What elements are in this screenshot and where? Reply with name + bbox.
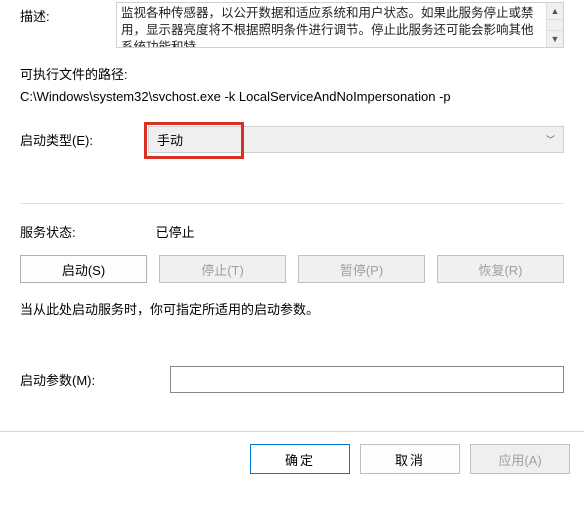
description-textarea[interactable]: 监视各种传感器，以公开数据和适应系统和用户状态。如果此服务停止或禁用，显示器亮度… [116,2,564,48]
section-divider [20,203,564,204]
apply-button: 应用(A) [470,444,570,474]
resume-button: 恢复(R) [437,255,564,283]
startup-type-select[interactable]: 手动 ﹀ [148,126,564,153]
startup-type-value: 手动 [157,130,546,149]
pause-button: 暂停(P) [298,255,425,283]
chevron-down-icon: ﹀ [546,133,555,146]
cancel-button[interactable]: 取消 [360,444,460,474]
scroll-track[interactable] [546,20,563,30]
start-button[interactable]: 启动(S) [20,255,147,283]
ok-button[interactable]: 确定 [250,444,350,474]
startup-type-label: 启动类型(E): [20,130,93,149]
description-label: 描述: [20,2,56,25]
scroll-up-icon[interactable]: ▲ [546,3,563,20]
scroll-down-icon[interactable]: ▼ [546,30,563,47]
stop-button: 停止(T) [159,255,286,283]
service-status-label: 服务状态: [20,222,76,241]
executable-path-label: 可执行文件的路径: [20,64,564,83]
start-parameters-label: 启动参数(M): [20,370,95,389]
service-status-value: 已停止 [156,222,195,241]
start-parameters-input[interactable] [170,366,564,393]
description-text: 监视各种传感器，以公开数据和适应系统和用户状态。如果此服务停止或禁用，显示器亮度… [117,3,545,48]
executable-path-value: C:\Windows\system32\svchost.exe -k Local… [20,89,564,104]
startup-hint: 当从此处启动服务时，你可指定所适用的启动参数。 [20,299,564,318]
